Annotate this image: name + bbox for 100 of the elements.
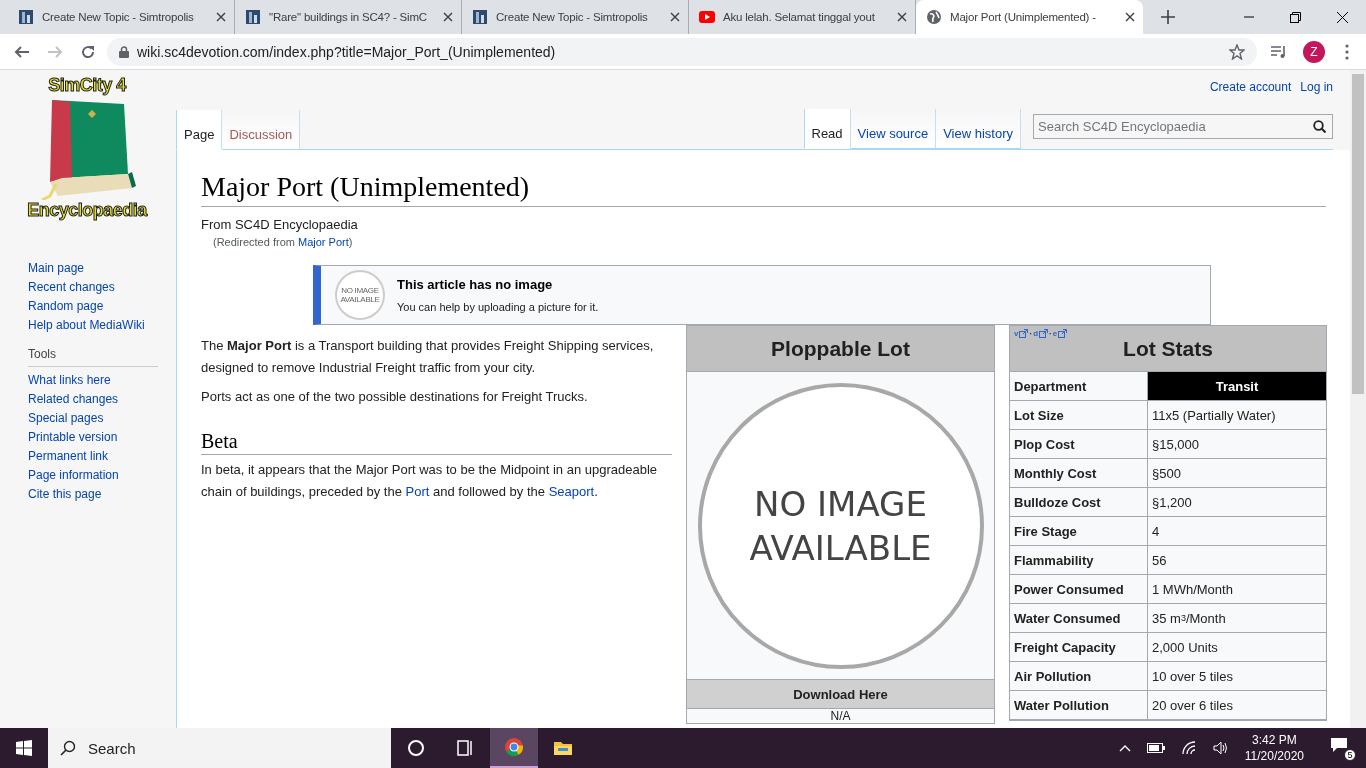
row-label: Bulldoze Cost xyxy=(1010,488,1148,517)
search-field[interactable]: Search xyxy=(48,728,391,768)
sidebar-link[interactable]: Permanent link xyxy=(28,447,176,466)
row-label: Power Consumed xyxy=(1010,575,1148,604)
notice-title: This article has no image xyxy=(397,277,554,292)
page-tab[interactable]: Discussion xyxy=(222,110,301,150)
link[interactable]: Major Port xyxy=(298,236,349,248)
row-value: 56 xyxy=(1148,546,1326,575)
star-icon[interactable] xyxy=(1229,43,1245,60)
paragraph: Ports act as one of the two possible destinations for Freight Trucks. xyxy=(201,388,589,406)
row-value: 2,000 Units xyxy=(1148,633,1326,662)
row-value: 20 over 6 tiles xyxy=(1148,691,1326,720)
section-heading: Tools xyxy=(28,347,158,367)
paragraph: In beta, it appears that the Major Port was to be the Midpoint in an upgradeable chain of buildings, preceded by the Port and followed by the Seaport. xyxy=(201,461,658,501)
building-icon xyxy=(18,9,34,25)
volume-icon[interactable] xyxy=(1212,741,1229,755)
row-value: §1,200 xyxy=(1148,488,1326,517)
logo-text[interactable]: SimCity 4 xyxy=(48,75,126,95)
view-tab[interactable]: View source xyxy=(850,109,937,149)
row-value: 4 xyxy=(1148,517,1326,546)
page-tab[interactable]: Page xyxy=(176,110,223,150)
view-tab[interactable]: View history xyxy=(936,109,1021,149)
tab-title: Create New Topic - Simtropolis xyxy=(42,11,195,23)
sidebar-link[interactable]: Random page xyxy=(28,297,176,316)
chevron-up-icon[interactable] xyxy=(1118,744,1131,752)
user-link[interactable]: Create account xyxy=(1209,80,1292,96)
download-heading: Download Here xyxy=(687,679,994,709)
play-icon xyxy=(699,9,715,25)
task-view-icon xyxy=(455,738,475,758)
battery-icon[interactable] xyxy=(1146,743,1165,753)
media-icon[interactable] xyxy=(1271,44,1287,59)
search-field[interactable]: Search SC4D Encyclopaedia xyxy=(1033,114,1333,139)
url-text: wiki.sc4devotion.com/index.php?title=Major_Port_(Unimplemented) xyxy=(137,43,557,60)
paragraph: The Major Port is a Transport building that provides Freight Shipping services, designed to remove Industrial Freight traffic from your city. xyxy=(201,337,655,377)
chrome-icon xyxy=(504,737,524,757)
sidebar-link[interactable]: What links here xyxy=(28,371,176,390)
sidebar-link[interactable]: Recent changes xyxy=(28,278,176,297)
tab-title: "Rare" buildings in SC4? - SimC xyxy=(269,11,428,23)
tagline: From SC4D Encyclopaedia xyxy=(201,217,359,232)
row-value: 10 over 5 tiles xyxy=(1148,662,1326,691)
row-value: 35 m$^{3}$/Month xyxy=(1148,604,1326,633)
sidebar-link[interactable]: Cite this page xyxy=(28,485,176,504)
reload-icon[interactable] xyxy=(80,43,96,60)
tab-title: Aku lelah. Selamat tinggal yout xyxy=(723,11,876,23)
back-icon[interactable] xyxy=(14,43,30,60)
view-tab[interactable]: Read xyxy=(803,109,851,149)
separator: · xyxy=(1029,329,1033,338)
row-value: Transit xyxy=(1148,372,1326,401)
row-label: Monthly Cost xyxy=(1010,459,1148,488)
wifi-icon[interactable] xyxy=(1180,741,1197,755)
row-value: §500 xyxy=(1148,459,1326,488)
row-label: Water Consumed xyxy=(1010,604,1148,633)
menu-icon[interactable] xyxy=(1345,43,1349,60)
close-icon[interactable] xyxy=(443,12,453,22)
row-value: 1 MWh/Month xyxy=(1148,575,1326,604)
link[interactable]: Port xyxy=(405,484,430,499)
external-link-icon xyxy=(1039,329,1048,338)
tab-title: Create New Topic - Simtropolis xyxy=(496,11,649,23)
sidebar-link[interactable]: Printable version xyxy=(28,428,176,447)
sidebar-link[interactable]: Special pages xyxy=(28,409,176,428)
redirect-note: (Redirected from Major Port) xyxy=(213,236,354,248)
address-bar[interactable]: wiki.sc4devotion.com/index.php?title=Major_Port_(Unimplemented) xyxy=(107,37,1257,66)
row-label: Flammability xyxy=(1010,546,1148,575)
sidebar-link[interactable]: Page information xyxy=(28,466,176,485)
sidebar-link[interactable]: Help about MediaWiki xyxy=(28,316,176,335)
notice-text: You can help by uploading a picture for it. xyxy=(397,301,599,313)
placeholder-text: AVAILABLE xyxy=(749,526,932,570)
globe-icon xyxy=(926,9,942,25)
external-link-icon xyxy=(1058,329,1068,338)
infobox-title: Lot Stats xyxy=(1123,336,1213,361)
clock-time[interactable]: 3:42 PM xyxy=(1252,732,1297,748)
lock-icon xyxy=(119,45,129,58)
logo-text[interactable]: Encyclopaedia xyxy=(27,200,147,220)
profile-avatar[interactable]: Z xyxy=(1303,40,1325,63)
sidebar-link[interactable]: Main page xyxy=(28,259,176,278)
restore-icon[interactable] xyxy=(1290,11,1301,23)
close-icon[interactable] xyxy=(1337,11,1348,23)
row-label: Plop Cost xyxy=(1010,430,1148,459)
tab-title: Major Port (Unimplemented) - xyxy=(950,11,1097,23)
browser-tab[interactable]: Major Port (Unimplemented) - xyxy=(916,0,1143,34)
windows-icon xyxy=(16,740,32,756)
row-label: Freight Capacity xyxy=(1010,633,1148,662)
clock-date[interactable]: 11/20/2020 xyxy=(1244,748,1304,764)
section-heading: Beta xyxy=(201,428,672,455)
new-tab-icon[interactable] xyxy=(1161,10,1175,24)
circle-icon xyxy=(406,738,426,758)
close-icon[interactable] xyxy=(670,12,680,22)
scroll-thumb[interactable] xyxy=(1352,74,1364,394)
page-title: Major Port (Unimplemented) xyxy=(201,170,1326,207)
icon-text: NO IMAGE AVAILABLE xyxy=(339,286,381,304)
separator: · xyxy=(1049,329,1052,338)
sidebar-link[interactable]: Related changes xyxy=(28,390,176,409)
user-link[interactable]: Log in xyxy=(1300,80,1333,96)
close-icon[interactable] xyxy=(1125,12,1135,22)
search-icon[interactable] xyxy=(1313,120,1326,133)
close-icon[interactable] xyxy=(216,12,226,22)
scrollbar[interactable] xyxy=(1350,70,1366,728)
close-icon[interactable] xyxy=(897,12,907,22)
row-label: Water Pollution xyxy=(1010,691,1148,720)
notification-button[interactable]: 5 xyxy=(1330,737,1354,759)
